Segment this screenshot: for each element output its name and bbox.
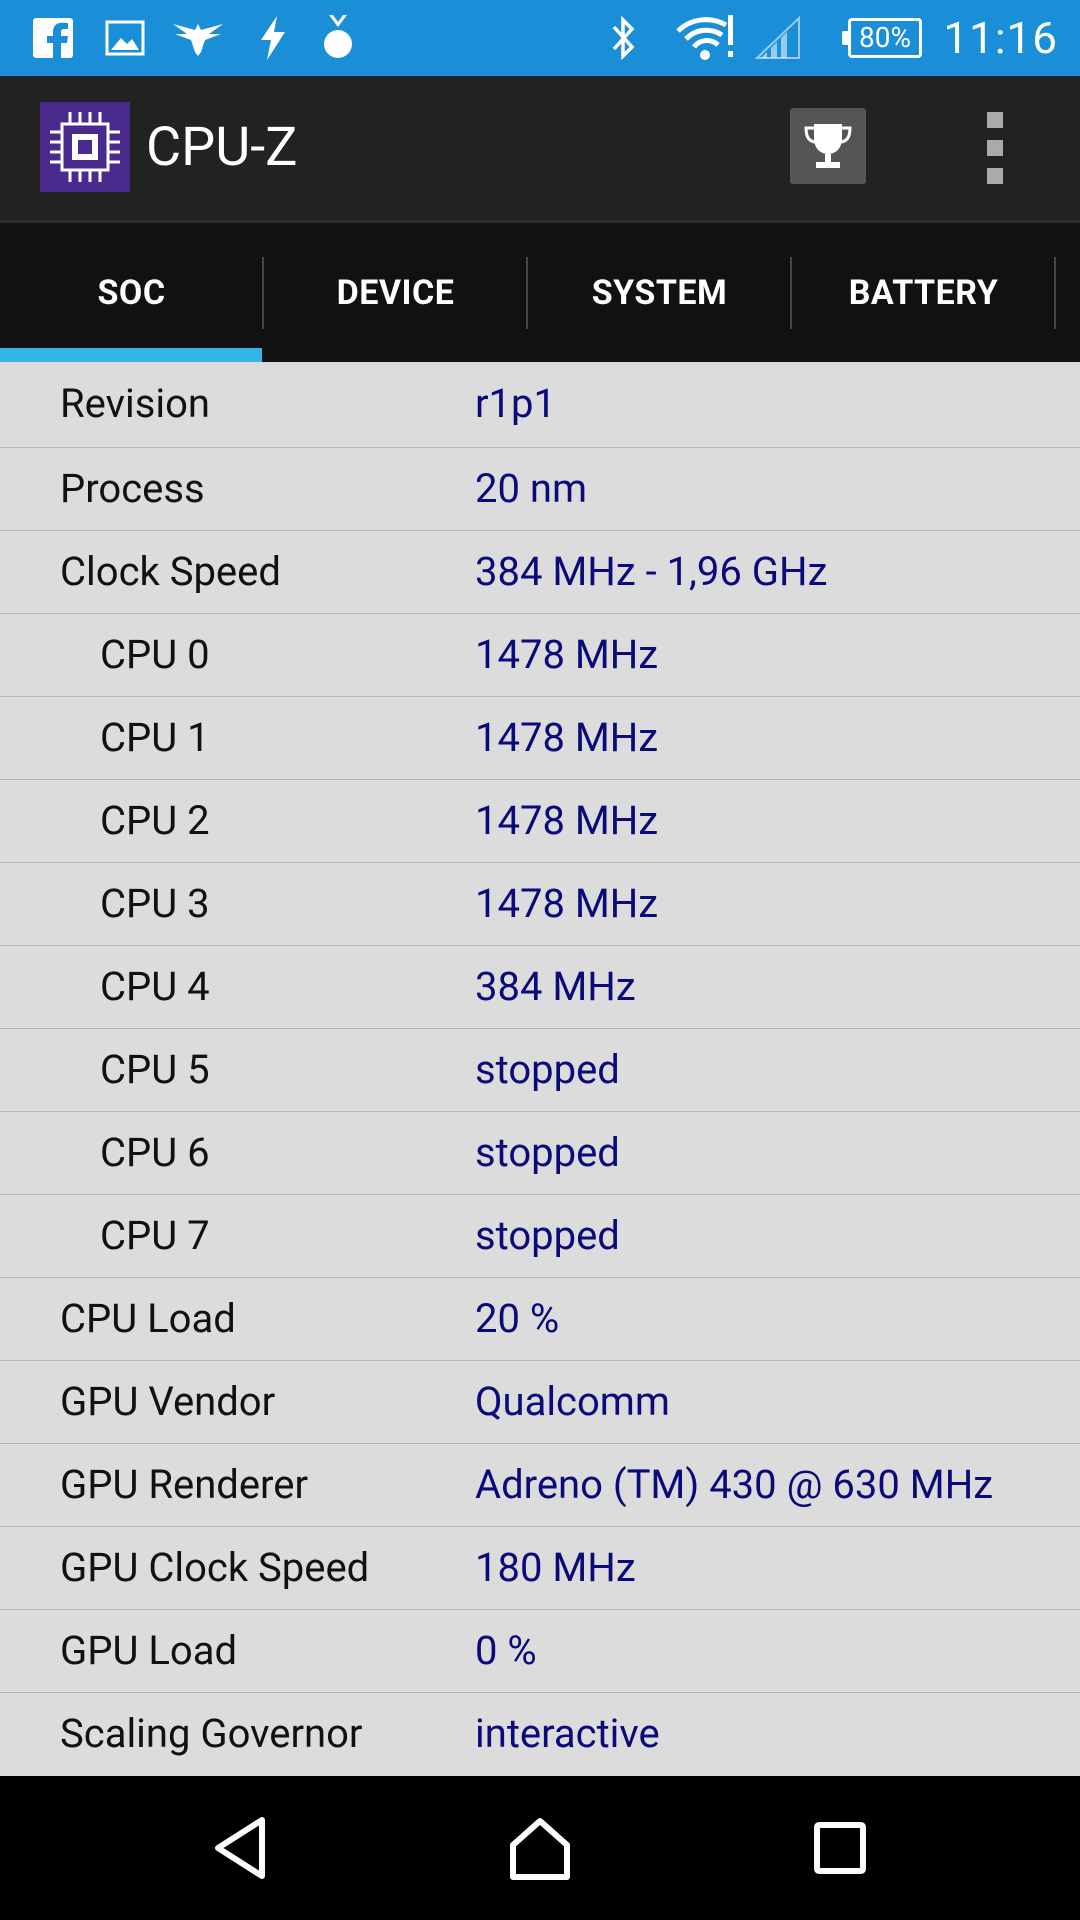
row-value: 0 %: [475, 1627, 537, 1674]
active-tab-indicator: [0, 348, 262, 362]
row-value: Qualcomm: [475, 1378, 670, 1425]
row-value: stopped: [475, 1046, 620, 1093]
list-item: Process 20 nm: [0, 448, 1080, 531]
list-item: CPU 0 1478 MHz: [0, 614, 1080, 697]
row-label: GPU Load: [60, 1627, 238, 1674]
row-label: Clock Speed: [60, 548, 281, 595]
list-item: CPU 5 stopped: [0, 1029, 1080, 1112]
row-value: 1478 MHz: [475, 880, 659, 927]
row-value: Adreno (TM) 430 @ 630 MHz: [475, 1461, 994, 1508]
list-item: CPU 1 1478 MHz: [0, 697, 1080, 780]
recents-icon: [814, 1822, 866, 1874]
list-item: CPU 4 384 MHz: [0, 946, 1080, 1029]
list-item: Scaling Governor interactive: [0, 1693, 1080, 1776]
home-button[interactable]: [470, 1776, 610, 1920]
tab-label: BATTERY: [848, 272, 999, 313]
facebook-icon: [28, 0, 78, 76]
row-label: GPU Clock Speed: [60, 1544, 370, 1591]
list-item: GPU Vendor Qualcomm: [0, 1361, 1080, 1444]
row-value: 384 MHz: [475, 963, 636, 1010]
list-item: CPU 2 1478 MHz: [0, 780, 1080, 863]
row-value: 384 MHz - 1,96 GHz: [475, 548, 828, 595]
tab-system[interactable]: SYSTEM: [528, 223, 791, 362]
soc-info-list[interactable]: Revision r1p1 Process 20 nm Clock Speed 384…: [0, 362, 1080, 1776]
tab-label: SOC: [97, 272, 166, 313]
row-value: 180 MHz: [475, 1544, 636, 1591]
cpu-chip-icon: [40, 102, 130, 192]
row-value: 1478 MHz: [475, 631, 659, 678]
back-button[interactable]: [170, 1776, 310, 1920]
bolt-icon: [250, 0, 294, 76]
status-time: 11:16: [943, 12, 1058, 64]
overflow-menu-icon[interactable]: [980, 112, 1010, 184]
list-item: CPU Load 20 %: [0, 1278, 1080, 1361]
status-bar: 80% 11:16: [0, 0, 1080, 76]
row-label: GPU Vendor: [60, 1378, 276, 1425]
row-label: CPU 4: [100, 963, 210, 1010]
list-item: GPU Clock Speed 180 MHz: [0, 1527, 1080, 1610]
row-value: 20 nm: [475, 465, 588, 512]
row-label: Process: [60, 465, 205, 512]
row-label: GPU Renderer: [60, 1461, 309, 1508]
image-icon: [100, 0, 150, 76]
navigation-bar: [0, 1776, 1080, 1920]
row-value: 1478 MHz: [475, 714, 659, 761]
tab-label: SYSTEM: [591, 272, 728, 313]
tab-battery[interactable]: BATTERY: [792, 223, 1055, 362]
row-label: Scaling Governor: [60, 1710, 363, 1757]
row-value: r1p1: [475, 380, 556, 427]
tab-label: DEVICE: [336, 272, 455, 313]
row-value: interactive: [475, 1710, 660, 1757]
signal-icon: [754, 0, 802, 76]
app-title: CPU-Z: [146, 116, 298, 179]
tab-bar: SOC DEVICE SYSTEM BATTERY: [0, 220, 1080, 362]
home-icon: [510, 1818, 570, 1880]
row-label: CPU 7: [100, 1212, 210, 1259]
list-item: CPU 6 stopped: [0, 1112, 1080, 1195]
battery-indicator: 80%: [842, 18, 922, 58]
row-label: CPU 3: [100, 880, 210, 927]
tab-device[interactable]: DEVICE: [264, 223, 527, 362]
row-label: Revision: [60, 380, 210, 427]
trophy-button[interactable]: [790, 108, 866, 184]
row-label: CPU Load: [60, 1295, 236, 1342]
tab-divider: [1054, 257, 1056, 329]
row-label: CPU 6: [100, 1129, 210, 1176]
list-item: Revision r1p1: [0, 362, 1080, 448]
row-value: 1478 MHz: [475, 797, 659, 844]
row-value: stopped: [475, 1129, 620, 1176]
row-value: stopped: [475, 1212, 620, 1259]
eagle-icon: [168, 0, 228, 76]
row-label: CPU 0: [100, 631, 210, 678]
medal-icon: [316, 0, 360, 76]
list-item: Clock Speed 384 MHz - 1,96 GHz: [0, 531, 1080, 614]
list-item: GPU Renderer Adreno (TM) 430 @ 630 MHz: [0, 1444, 1080, 1527]
row-label: CPU 1: [100, 714, 210, 761]
trophy-icon: [804, 124, 852, 168]
list-item: CPU 3 1478 MHz: [0, 863, 1080, 946]
row-value: 20 %: [475, 1295, 560, 1342]
back-icon: [215, 1817, 265, 1879]
row-label: CPU 2: [100, 797, 210, 844]
tab-soc[interactable]: SOC: [0, 223, 263, 362]
row-label: CPU 5: [100, 1046, 210, 1093]
app-bar: CPU-Z: [0, 76, 1080, 220]
wifi-alert-icon: [674, 0, 738, 76]
list-item: GPU Load 0 %: [0, 1610, 1080, 1693]
recents-button[interactable]: [770, 1776, 910, 1920]
bluetooth-icon: [606, 0, 642, 76]
list-item: CPU 7 stopped: [0, 1195, 1080, 1278]
